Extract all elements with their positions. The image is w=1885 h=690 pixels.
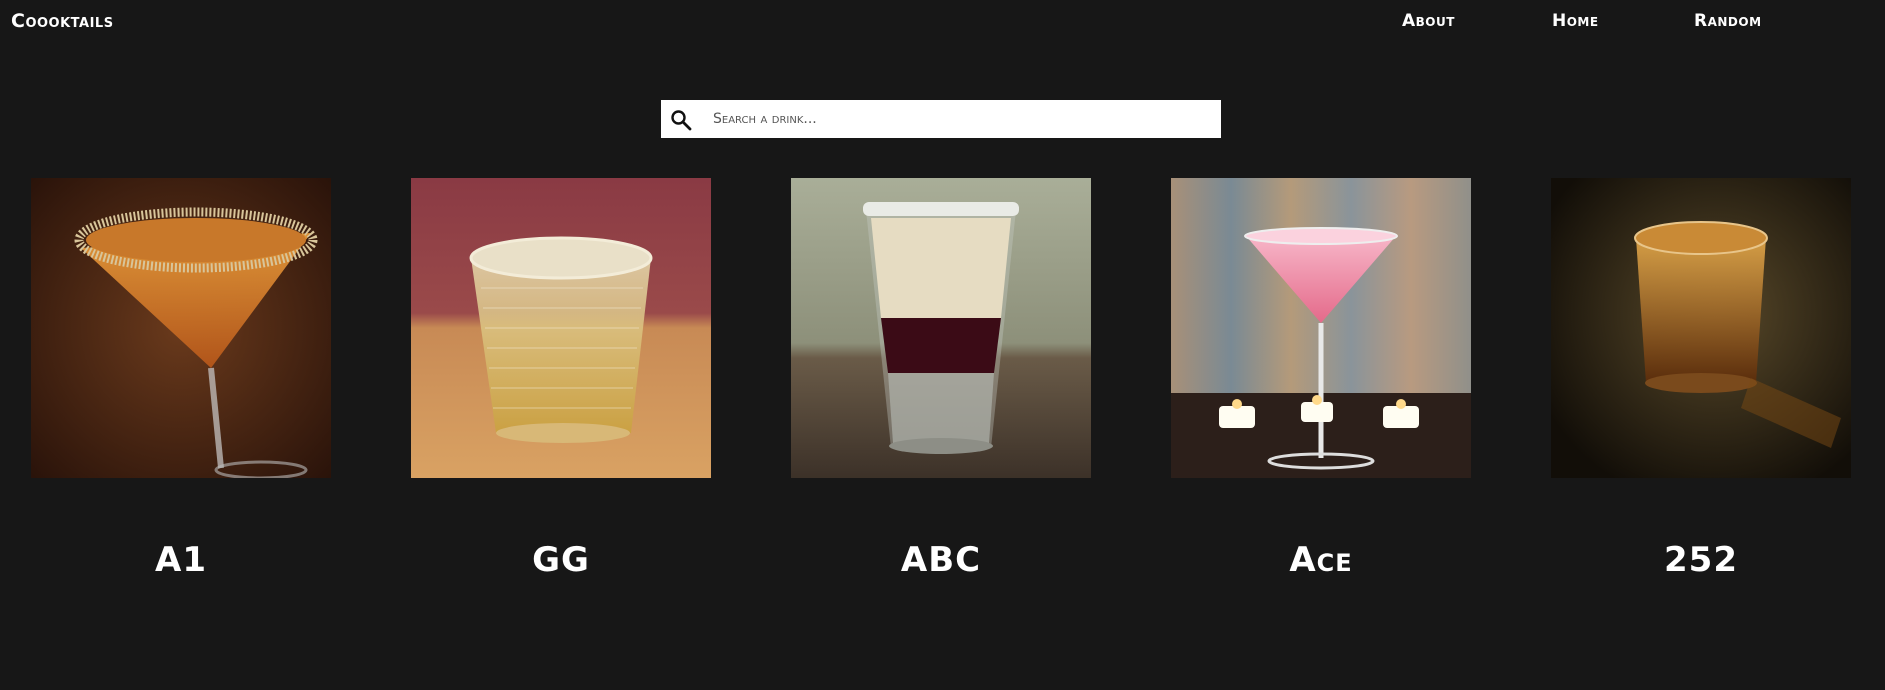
drink-name[interactable]: 252 <box>1551 540 1851 580</box>
drink-card[interactable]: GG <box>411 178 711 580</box>
nav-link-home[interactable]: Home <box>1552 11 1599 31</box>
search-icon[interactable] <box>669 108 693 132</box>
drink-card[interactable]: 252 <box>1551 178 1851 580</box>
drink-name[interactable]: GG <box>411 540 711 580</box>
search-bar <box>661 100 1221 138</box>
drink-name[interactable]: ABC <box>791 540 1091 580</box>
drink-name[interactable]: A1 <box>31 540 331 580</box>
top-navbar: Coooktails About Home Random <box>0 0 1885 40</box>
drink-card[interactable]: A1 <box>31 178 331 580</box>
site-logo[interactable]: Coooktails <box>11 10 114 32</box>
drink-photo-cocktail-glass-orange[interactable] <box>31 178 331 478</box>
drink-photo-tumbler-yellow[interactable] <box>411 178 711 478</box>
drink-card[interactable]: Ace <box>1171 178 1471 580</box>
nav-link-about[interactable]: About <box>1402 11 1455 31</box>
search-input[interactable] <box>713 100 1213 138</box>
drink-photo-shot-glass-amber[interactable] <box>1551 178 1851 478</box>
drink-photo-cocktail-glass-pink[interactable] <box>1171 178 1471 478</box>
drink-name[interactable]: Ace <box>1171 540 1471 580</box>
drink-photo-layered-shot[interactable] <box>791 178 1091 478</box>
drink-card[interactable]: ABC <box>791 178 1091 580</box>
nav-link-random[interactable]: Random <box>1694 11 1762 31</box>
